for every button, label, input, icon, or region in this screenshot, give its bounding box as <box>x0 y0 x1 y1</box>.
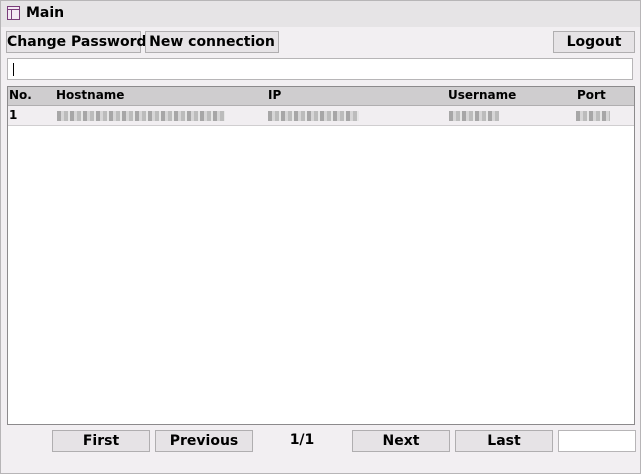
window-title: Main <box>26 5 65 21</box>
column-header-ip[interactable]: IP <box>268 88 281 102</box>
first-page-button[interactable]: First <box>52 430 150 452</box>
new-connection-button[interactable]: New connection <box>145 31 279 53</box>
column-header-hostname[interactable]: Hostname <box>56 88 124 102</box>
cell-ip-redacted <box>268 111 359 121</box>
page-indicator: 1/1 <box>289 432 315 448</box>
connections-table: No. Hostname IP Username Port 1 <box>7 86 635 425</box>
next-page-button[interactable]: Next <box>352 430 450 452</box>
previous-page-button[interactable]: Previous <box>155 430 253 452</box>
logout-button[interactable]: Logout <box>553 31 635 53</box>
cell-hostname-redacted <box>57 111 225 121</box>
text-caret <box>13 63 14 76</box>
search-input[interactable] <box>7 58 633 80</box>
column-header-no[interactable]: No. <box>9 88 32 102</box>
change-password-button[interactable]: Change Password <box>6 31 147 53</box>
column-header-port[interactable]: Port <box>577 88 606 102</box>
title-bar: Main <box>1 1 640 27</box>
table-row[interactable]: 1 <box>8 106 634 126</box>
window-icon <box>7 6 20 20</box>
cell-port-redacted <box>576 111 610 121</box>
main-window: Main Change Password New connection Logo… <box>0 0 641 474</box>
table-header: No. Hostname IP Username Port <box>8 87 634 106</box>
column-header-username[interactable]: Username <box>448 88 516 102</box>
cell-no: 1 <box>9 108 18 122</box>
last-page-button[interactable]: Last <box>455 430 553 452</box>
cell-username-redacted <box>449 111 499 121</box>
page-number-input[interactable] <box>558 430 636 452</box>
